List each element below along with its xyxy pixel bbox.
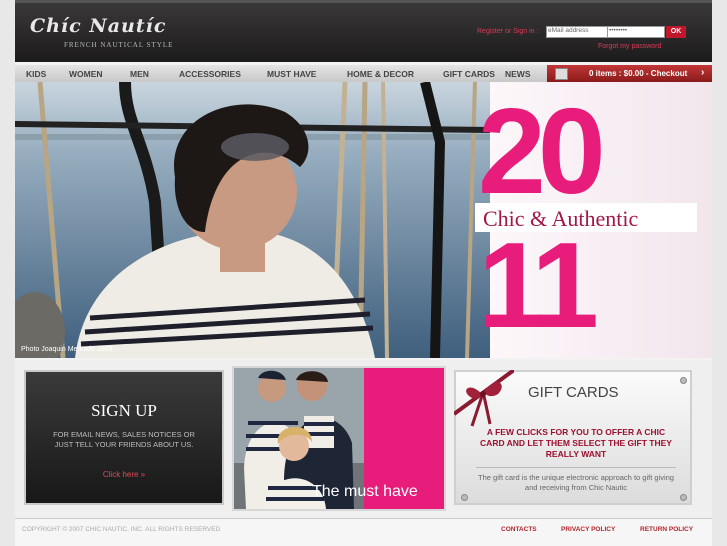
chevron-right-icon: › <box>701 67 705 78</box>
must-have-label: The must have <box>312 483 418 500</box>
nav-item-kids[interactable]: KIDS <box>26 69 46 79</box>
screw-icon <box>461 494 468 501</box>
site-footer: COPYRIGHT © 2007 CHIC NAUTIC, INC. ALL R… <box>15 518 712 546</box>
signup-text: FOR EMAIL NEWS, SALES NOTICES OR JUST TE… <box>53 430 195 449</box>
photo-credit: Photo Joaquin Mercado 2009 <box>21 346 113 353</box>
forgot-password-link[interactable]: Forgot my password <box>598 43 661 50</box>
signup-link[interactable]: Click here » <box>26 470 222 479</box>
screw-icon <box>680 377 687 384</box>
nav-item-women[interactable]: WOMEN <box>69 69 103 79</box>
ribbon-bow-icon <box>454 370 514 427</box>
footer-link-contacts[interactable]: CONTACTS <box>501 526 537 533</box>
gift-cards-description: The gift card is the unique electronic a… <box>478 473 674 492</box>
hero-photo <box>15 82 490 358</box>
signin-label: Register or Sign in : <box>477 28 539 35</box>
cart-summary: 0 items : $0.00 - Checkout <box>589 69 688 78</box>
nav-item-must-have[interactable]: MUST HAVE <box>267 69 316 79</box>
site-logo[interactable]: Chíc Nautíc <box>30 15 166 37</box>
signin-ok-button[interactable]: OK <box>666 26 686 38</box>
cart-checkout-button[interactable]: 0 items : $0.00 - Checkout › <box>547 65 712 82</box>
site-tagline: FRENCH NAUTICAL STYLE <box>64 41 174 49</box>
gift-cards-panel[interactable]: GIFT CARDS A FEW CLICKS FOR YOU TO OFFER… <box>454 370 692 505</box>
footer-link-return-policy[interactable]: RETURN POLICY <box>640 526 693 533</box>
footer-link-privacy-policy[interactable]: PRIVACY POLICY <box>561 526 615 533</box>
gift-cards-divider <box>476 467 676 468</box>
copyright-text: COPYRIGHT © 2007 CHIC NAUTIC, INC. ALL R… <box>22 526 221 533</box>
main-nav: KIDS WOMEN MEN ACCESSORIES MUST HAVE HOM… <box>15 65 712 83</box>
hero-year-bottom: 11 <box>478 217 599 353</box>
nav-item-home-decor[interactable]: HOME & DECOR <box>347 69 414 79</box>
password-field[interactable]: •••••••• <box>607 26 665 38</box>
nav-item-men[interactable]: MEN <box>130 69 149 79</box>
hero-year-top: 20 <box>478 83 606 219</box>
nav-item-gift-cards[interactable]: GIFT CARDS <box>443 69 495 79</box>
gift-cards-title: GIFT CARDS <box>528 384 619 401</box>
must-have-panel[interactable]: The must have <box>232 366 446 511</box>
cart-icon <box>555 68 568 80</box>
signup-panel[interactable]: SIGN UP FOR EMAIL NEWS, SALES NOTICES OR… <box>24 370 224 505</box>
nav-item-news[interactable]: NEWS <box>505 69 531 79</box>
gift-cards-cta: A FEW CLICKS FOR YOU TO OFFER A CHIC CAR… <box>480 427 672 459</box>
signup-title: SIGN UP <box>91 401 157 420</box>
email-field[interactable]: eMail address <box>546 26 608 38</box>
screw-icon <box>680 494 687 501</box>
nav-item-accessories[interactable]: ACCESSORIES <box>179 69 241 79</box>
